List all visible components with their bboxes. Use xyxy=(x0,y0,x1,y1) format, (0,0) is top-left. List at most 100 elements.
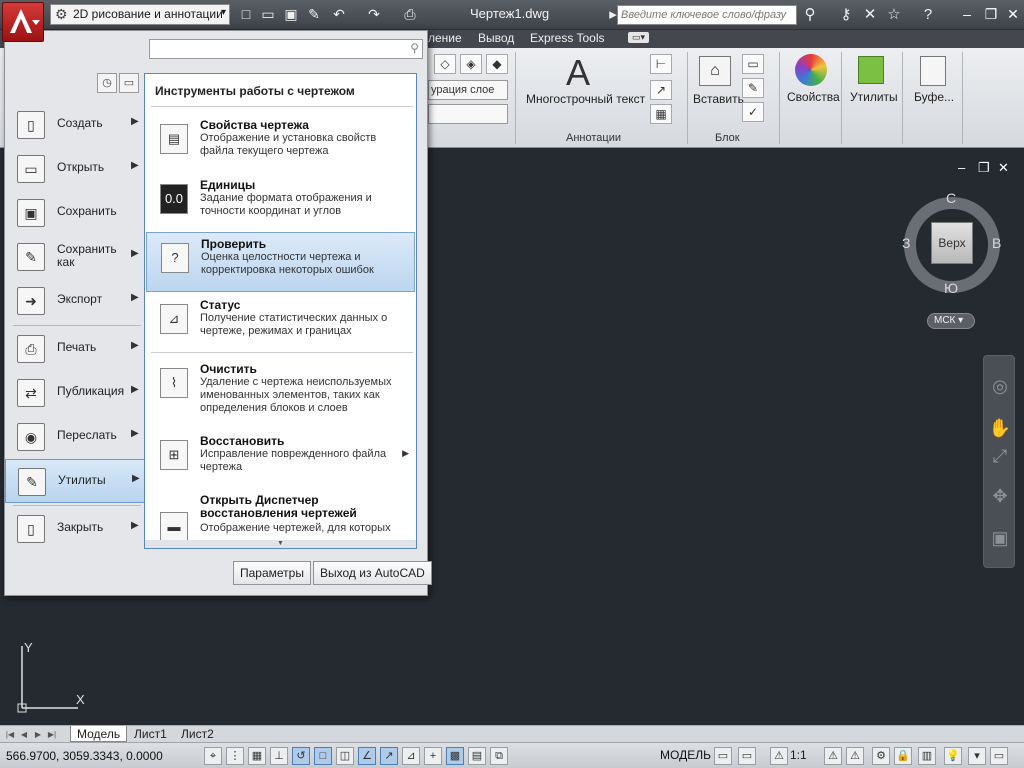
annotation-visibility-icon[interactable]: ⚠ xyxy=(824,747,842,765)
panel-title-block[interactable]: Блок xyxy=(715,132,740,144)
object-snap-tracking-icon[interactable]: ∠ xyxy=(358,747,376,765)
utility-recover[interactable]: ⊞ Восстановить Исправление поврежденного… xyxy=(146,430,415,488)
compass-west[interactable]: З xyxy=(902,235,910,251)
undo-icon[interactable]: ↶ xyxy=(329,5,349,24)
save-file-icon[interactable]: ▣ xyxy=(281,5,301,24)
menu-search-input[interactable]: ⚲ xyxy=(149,39,423,59)
menu-item-save-as[interactable]: ✎ Сохранить как ▶ xyxy=(5,235,145,279)
utilities-button[interactable]: Утилиты xyxy=(850,90,898,104)
dimension-icon[interactable]: ⊢ xyxy=(650,54,672,74)
application-menu-button[interactable] xyxy=(2,2,44,42)
menu-item-send[interactable]: ◉ Переслать ▶ xyxy=(5,415,145,459)
layer-combo[interactable] xyxy=(428,104,508,124)
menu-item-new[interactable]: ▯ Создать ▶ xyxy=(5,103,145,147)
utility-recovery-manager[interactable]: ▬ Открыть Диспетчер восстановления черте… xyxy=(146,490,415,540)
viewcube-top-face[interactable]: Верх xyxy=(931,222,973,264)
model-space-label[interactable]: МОДЕЛЬ xyxy=(660,748,711,762)
scroll-down-icon[interactable]: ▼ xyxy=(145,540,416,548)
wcs-menu-button[interactable]: МСК ▾ xyxy=(927,313,975,329)
options-button[interactable]: Параметры xyxy=(233,561,311,585)
pan-hand-icon[interactable]: ✋ xyxy=(988,416,1012,440)
object-snap-icon[interactable]: □ xyxy=(314,747,332,765)
selection-cycling-icon[interactable]: ⧉ xyxy=(490,747,508,765)
properties-button[interactable]: Свойства xyxy=(787,90,840,104)
utility-units[interactable]: 0.0 Единицы Задание формата отображения … xyxy=(146,174,415,232)
grid-display-icon[interactable]: ▦ xyxy=(248,747,266,765)
utility-drawing-properties[interactable]: ▤ Свойства чертежа Отображение и установ… xyxy=(146,114,415,172)
insert-block-icon[interactable]: ⌂ xyxy=(699,56,731,86)
key-icon[interactable]: ⚷ xyxy=(836,5,856,25)
table-icon[interactable]: ▦ xyxy=(650,104,672,124)
edit-block-icon[interactable]: ✎ xyxy=(742,78,764,98)
tab-parametric[interactable]: ление xyxy=(428,31,462,45)
clipboard-button[interactable]: Буфе... xyxy=(914,90,954,104)
close-window-icon[interactable]: ✕ xyxy=(1002,4,1024,24)
tab-output[interactable]: Вывод xyxy=(478,31,514,45)
panel-title-annotations[interactable]: Аннотации xyxy=(566,132,621,144)
workspace-switching-icon[interactable]: ⚙ xyxy=(872,747,890,765)
transparency-icon[interactable]: ▩ xyxy=(446,747,464,765)
layer-state-combo[interactable]: урация слое xyxy=(428,80,508,100)
properties-color-wheel-icon[interactable] xyxy=(795,54,827,86)
hardware-acceleration-icon[interactable]: ▥ xyxy=(918,747,936,765)
last-tab-icon[interactable]: ▶| xyxy=(46,728,58,741)
showmotion-icon[interactable]: ▣ xyxy=(988,526,1012,550)
plot-icon[interactable]: ⎙ xyxy=(400,5,420,24)
mtext-icon[interactable]: A xyxy=(566,52,590,94)
search-input[interactable]: Введите ключевое слово/фразу xyxy=(617,5,797,25)
quick-view-drawings-icon[interactable]: ▭ xyxy=(738,747,756,765)
clipboard-icon[interactable] xyxy=(920,56,946,86)
drawing-close-icon[interactable]: ✕ xyxy=(998,160,1009,176)
compass-north[interactable]: С xyxy=(946,190,956,206)
minimize-icon[interactable]: – xyxy=(956,4,978,24)
drawing-minimize-icon[interactable]: – xyxy=(958,160,965,175)
infer-constraints-icon[interactable]: ⌖ xyxy=(204,747,222,765)
exit-autocad-button[interactable]: Выход из AutoCAD xyxy=(313,561,432,585)
menu-item-open[interactable]: ▭ Открыть ▶ xyxy=(5,147,145,191)
tab-express-tools[interactable]: Express Tools xyxy=(530,31,604,45)
ortho-mode-icon[interactable]: ⊥ xyxy=(270,747,288,765)
prev-tab-icon[interactable]: ◀ xyxy=(18,728,30,741)
workspace-combo[interactable]: ⚙ 2D рисование и аннотации ▾ xyxy=(50,4,230,25)
layer-tool-icon[interactable]: ◇ xyxy=(434,54,456,74)
quick-view-layouts-icon[interactable]: ▭ xyxy=(714,747,732,765)
status-menu-icon[interactable]: ▾ xyxy=(968,747,986,765)
menu-item-save[interactable]: ▣ Сохранить xyxy=(5,191,145,235)
ribbon-minimize-icon[interactable]: ▭▾ xyxy=(628,32,650,43)
tab-model[interactable]: Модель xyxy=(70,726,128,742)
open-file-icon[interactable]: ▭ xyxy=(258,5,278,24)
next-tab-icon[interactable]: ▶ xyxy=(32,728,44,741)
first-tab-icon[interactable]: |◀ xyxy=(4,728,16,741)
compass-east[interactable]: В xyxy=(992,235,1001,251)
new-file-icon[interactable]: □ xyxy=(236,5,256,24)
tab-layout1[interactable]: Лист1 xyxy=(128,726,173,742)
mtext-button[interactable]: Многострочный текст xyxy=(526,92,645,106)
menu-item-print[interactable]: ⎙ Печать ▶ xyxy=(5,327,145,371)
auto-scale-icon[interactable]: ⚠ xyxy=(846,747,864,765)
lineweight-icon[interactable]: + xyxy=(424,747,442,765)
compass-south[interactable]: Ю xyxy=(944,280,958,296)
lock-icon[interactable]: 🔒 xyxy=(894,747,912,765)
redo-icon[interactable]: ↷ xyxy=(364,5,384,24)
layer-tool3-icon[interactable]: ◆ xyxy=(486,54,508,74)
layer-tool2-icon[interactable]: ◈ xyxy=(460,54,482,74)
utility-audit[interactable]: ? Проверить Оценка целостности чертежа и… xyxy=(146,232,415,292)
quick-properties-icon[interactable]: ▤ xyxy=(468,747,486,765)
zoom-extents-icon[interactable]: ⤢ xyxy=(988,444,1012,468)
clean-screen-icon[interactable]: ▭ xyxy=(990,747,1008,765)
utility-status[interactable]: ⊿ Статус Получение статистических данных… xyxy=(146,294,415,352)
snap-mode-icon[interactable]: ⋮ xyxy=(226,747,244,765)
leader-icon[interactable]: ↗ xyxy=(650,80,672,100)
exchange-icon[interactable]: ✕ xyxy=(860,5,880,25)
insert-button[interactable]: Вставить xyxy=(693,92,744,106)
menu-item-publish[interactable]: ⇄ Публикация ▶ xyxy=(5,371,145,415)
dynamic-ucs-icon[interactable]: ↗ xyxy=(380,747,398,765)
polar-tracking-icon[interactable]: ↺ xyxy=(292,747,310,765)
annotation-scale-value[interactable]: 1:1 xyxy=(790,748,807,762)
favorites-star-icon[interactable]: ☆ xyxy=(884,5,904,25)
restore-icon[interactable]: ❐ xyxy=(980,4,1002,24)
annotation-scale-icon[interactable]: ⚠ xyxy=(770,747,788,765)
orbit-icon[interactable]: ✥ xyxy=(988,484,1012,508)
utility-purge[interactable]: ⌇ Очистить Удаление с чертежа неиспользу… xyxy=(146,358,415,420)
menu-item-export[interactable]: ➜ Экспорт ▶ xyxy=(5,279,145,323)
